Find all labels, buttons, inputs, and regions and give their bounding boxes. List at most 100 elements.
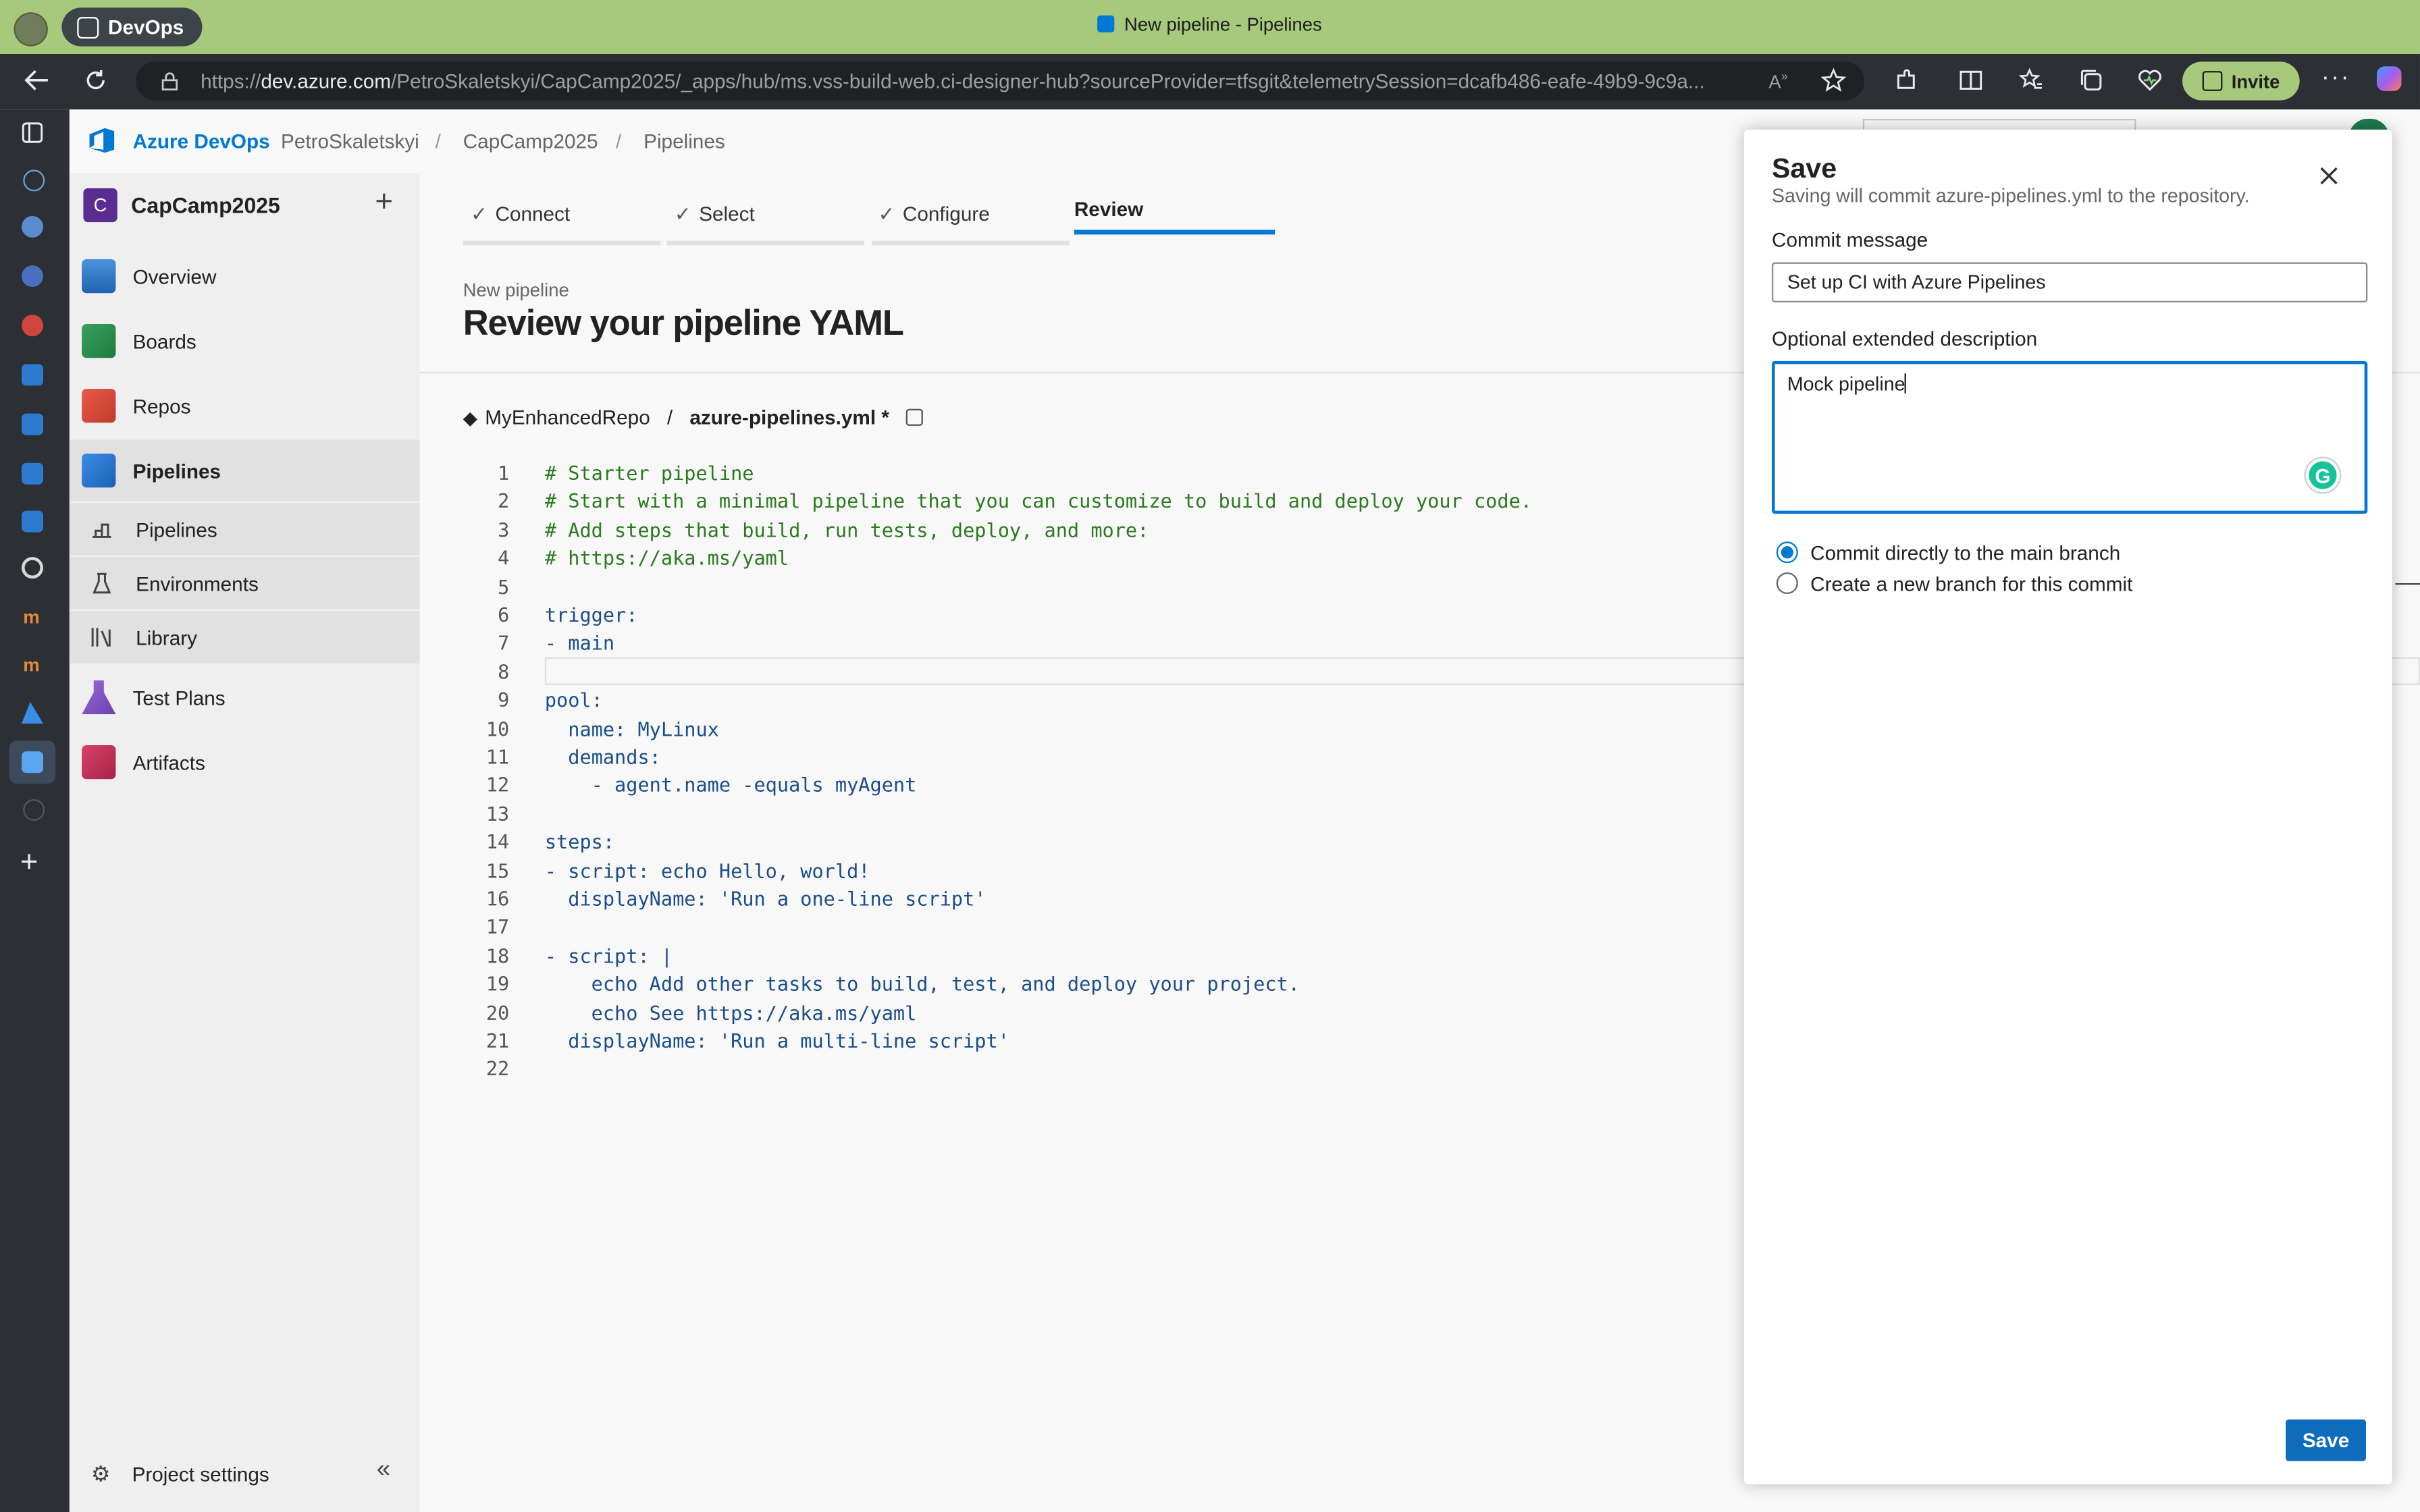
page-title: Review your pipeline YAML bbox=[463, 302, 904, 343]
radio-new-branch-label[interactable]: Create a new branch for this commit bbox=[1810, 572, 2132, 595]
radio-new-branch[interactable] bbox=[1776, 572, 1798, 594]
tab-favicon-5[interactable] bbox=[21, 413, 43, 435]
code-line[interactable]: - main bbox=[545, 632, 614, 655]
code-line[interactable]: - agent.name -equals myAgent bbox=[545, 774, 917, 796]
sidebar-item-repos[interactable]: Repos bbox=[70, 375, 420, 436]
tab-favicon-9[interactable]: m bbox=[23, 654, 39, 676]
tab-favicon-4[interactable] bbox=[21, 364, 43, 386]
line-number: 9 bbox=[498, 688, 510, 712]
invite-button[interactable]: Invite bbox=[2182, 61, 2300, 101]
step-progress bbox=[872, 240, 1070, 246]
code-line[interactable]: echo See https://aka.ms/yaml bbox=[545, 1000, 917, 1023]
sidebar-item-pipelines[interactable]: Pipelines bbox=[69, 439, 420, 502]
code-line[interactable]: displayName: 'Run a one-line script' bbox=[545, 887, 986, 910]
github-icon[interactable] bbox=[21, 557, 43, 579]
line-number: 5 bbox=[498, 574, 510, 598]
sidebar-subitem-pipelines[interactable]: Pipelines bbox=[69, 503, 420, 556]
code-line[interactable]: # Start with a minimal pipeline that you… bbox=[545, 489, 1532, 512]
breadcrumb-section[interactable]: Pipelines bbox=[643, 130, 725, 153]
code-line[interactable]: # https://aka.ms/yaml bbox=[545, 547, 789, 570]
code-line[interactable]: trigger: bbox=[545, 603, 638, 626]
step-configure[interactable]: ✓ Configure bbox=[878, 202, 990, 227]
refresh-icon[interactable] bbox=[83, 68, 108, 93]
sidebar-item-boards[interactable]: Boards bbox=[70, 310, 420, 371]
tab-favicon-8[interactable]: m bbox=[23, 606, 39, 628]
sidebar-item-label: Artifacts bbox=[132, 750, 205, 774]
code-line[interactable]: steps: bbox=[545, 830, 614, 853]
split-screen-icon[interactable] bbox=[1959, 68, 1984, 93]
close-icon[interactable] bbox=[2319, 167, 2338, 185]
project-settings-link[interactable]: ⚙ Project settings bbox=[70, 1451, 420, 1497]
tab-favicon-2[interactable] bbox=[21, 265, 43, 288]
radio-commit-main[interactable] bbox=[1776, 541, 1798, 564]
save-button[interactable]: Save bbox=[2286, 1419, 2366, 1461]
sidebar-item-artifacts[interactable]: Artifacts bbox=[70, 731, 420, 792]
browser-essentials-icon[interactable] bbox=[2138, 68, 2163, 93]
azure-devops-logo-icon[interactable] bbox=[86, 125, 117, 156]
gear-icon: ⚙ bbox=[90, 1460, 111, 1485]
commit-message-input[interactable]: Set up CI with Azure Pipelines bbox=[1771, 262, 2368, 302]
sidebar-item-test-plans[interactable]: Test Plans bbox=[70, 666, 420, 728]
project-header[interactable]: C CapCamp2025 bbox=[70, 173, 420, 238]
code-line[interactable]: demands: bbox=[545, 745, 661, 768]
description-textarea[interactable]: Mock pipeline bbox=[1771, 360, 2368, 514]
grammarly-icon[interactable]: G bbox=[2305, 458, 2340, 493]
sidebar-item-label: Boards bbox=[132, 329, 196, 353]
url-host: dev.azure.com bbox=[261, 69, 392, 93]
git-repo-icon: ◆ bbox=[463, 406, 477, 429]
collapse-sidebar-icon[interactable]: « bbox=[377, 1457, 390, 1484]
step-select[interactable]: ✓ Select bbox=[675, 202, 755, 227]
favorite-star-icon[interactable] bbox=[1821, 68, 1846, 93]
description-value: Mock pipeline bbox=[1787, 373, 1907, 395]
repos-icon bbox=[82, 388, 116, 423]
tab-actions-icon[interactable] bbox=[20, 120, 45, 145]
tab-favicon-1[interactable] bbox=[21, 215, 43, 238]
tab-favicon-6[interactable] bbox=[21, 462, 43, 485]
line-number: 14 bbox=[485, 830, 510, 854]
favorites-icon[interactable] bbox=[2018, 68, 2044, 93]
tab-favicon-7[interactable] bbox=[21, 510, 43, 533]
line-number: 16 bbox=[485, 887, 510, 911]
breadcrumb-separator: / bbox=[435, 129, 441, 153]
scrollbar-tick bbox=[2395, 583, 2420, 585]
code-line[interactable]: # Starter pipeline bbox=[545, 461, 754, 484]
sidebar-item-overview[interactable]: Overview bbox=[70, 245, 420, 306]
code-line[interactable]: - script: | bbox=[545, 944, 673, 967]
repo-name[interactable]: MyEnhancedRepo bbox=[485, 406, 650, 429]
read-aloud-icon[interactable]: A» bbox=[1768, 70, 1787, 92]
line-number: 17 bbox=[485, 915, 510, 939]
breadcrumb-org[interactable]: PetroSkaletskyi bbox=[281, 130, 419, 153]
code-line[interactable]: pool: bbox=[545, 688, 603, 711]
rename-icon[interactable] bbox=[906, 408, 924, 426]
new-tab-icon[interactable]: + bbox=[20, 847, 38, 878]
tab-favicon-3[interactable] bbox=[21, 315, 43, 337]
code-line[interactable]: - script: echo Hello, world! bbox=[545, 859, 870, 882]
step-review[interactable]: Review bbox=[1074, 198, 1143, 221]
extensions-icon[interactable] bbox=[1894, 68, 1919, 93]
sidebar-subitem-environments[interactable]: Environments bbox=[69, 557, 420, 610]
add-project-button[interactable]: + bbox=[375, 185, 393, 221]
radio-commit-main-label[interactable]: Commit directly to the main branch bbox=[1810, 541, 2120, 564]
url-text[interactable]: https://dev.azure.com/PetroSkaletskyi/Ca… bbox=[201, 70, 1744, 92]
step-progress bbox=[666, 240, 864, 246]
code-line[interactable]: echo Add other tasks to build, test, and… bbox=[545, 972, 1300, 995]
panel-subtitle: Saving will commit azure-pipelines.yml t… bbox=[1771, 185, 2250, 207]
line-number: 19 bbox=[485, 972, 510, 996]
code-line[interactable]: displayName: 'Run a multi-line script' bbox=[545, 1029, 1009, 1052]
commit-message-value: Set up CI with Azure Pipelines bbox=[1787, 271, 2046, 294]
step-connect[interactable]: ✓ Connect bbox=[471, 202, 570, 227]
breadcrumb-project[interactable]: CapCamp2025 bbox=[463, 130, 598, 153]
lock-icon[interactable] bbox=[161, 71, 179, 91]
test-plans-icon bbox=[82, 680, 116, 715]
brand-link[interactable]: Azure DevOps bbox=[133, 130, 270, 153]
back-icon[interactable] bbox=[23, 68, 51, 93]
tab-favicon-search[interactable] bbox=[23, 169, 45, 192]
file-name[interactable]: azure-pipelines.yml * bbox=[689, 406, 889, 429]
collections-icon[interactable] bbox=[2079, 68, 2104, 93]
copilot-icon[interactable] bbox=[2376, 66, 2402, 91]
sidebar-subitem-library[interactable]: Library bbox=[69, 611, 420, 664]
tab-favicon-10[interactable] bbox=[23, 799, 45, 821]
code-line[interactable]: name: MyLinux bbox=[545, 717, 719, 740]
code-line[interactable]: # Add steps that build, run tests, deplo… bbox=[545, 518, 1149, 541]
more-options-icon[interactable]: ··· bbox=[2321, 65, 2350, 92]
